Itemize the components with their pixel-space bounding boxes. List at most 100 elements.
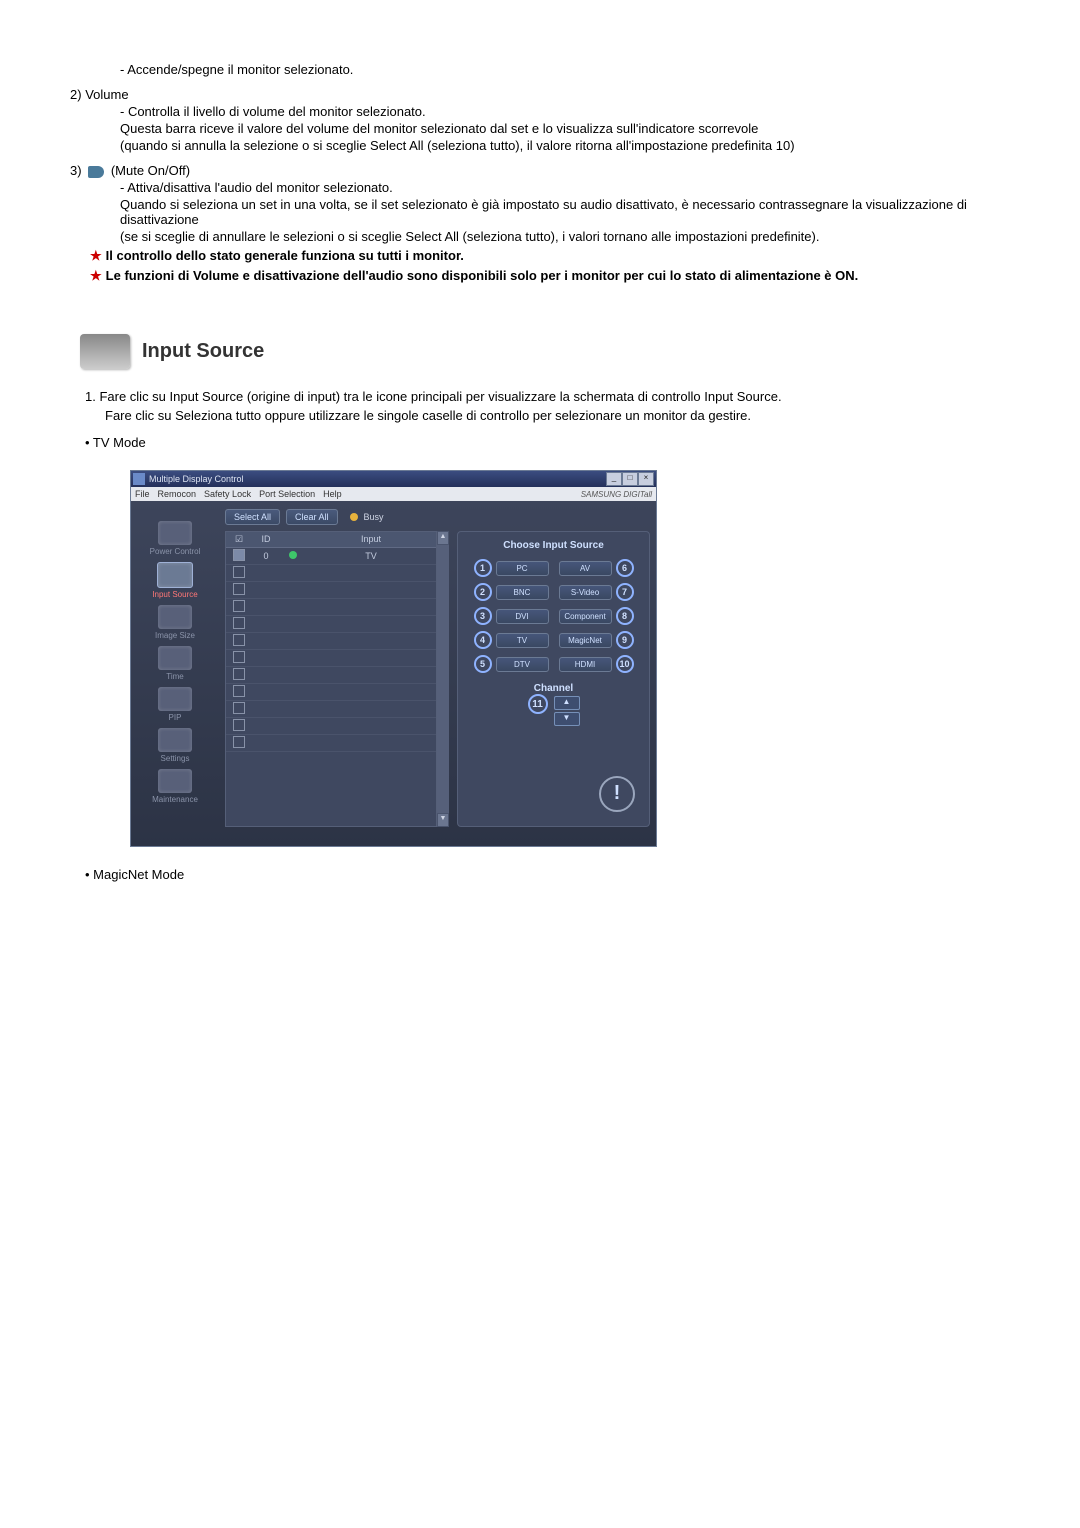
table-row[interactable] (226, 633, 436, 650)
channel-up-button[interactable]: ▲ (554, 696, 580, 710)
volume-desc3: (quando si annulla la selezione o si sce… (120, 138, 1010, 153)
maximize-button[interactable]: □ (622, 472, 638, 486)
row-checkbox[interactable] (233, 600, 245, 612)
star-icon: ★ (90, 268, 102, 283)
menu-remocon[interactable]: Remocon (158, 489, 197, 499)
row-checkbox[interactable] (233, 736, 245, 748)
mute-item: 3) (Mute On/Off) (70, 163, 1010, 178)
option-magicnet[interactable]: 9MagicNet (559, 631, 634, 649)
row-checkbox[interactable] (233, 685, 245, 697)
option-tv[interactable]: 4TV (474, 631, 549, 649)
menubar: File Remocon Safety Lock Port Selection … (131, 487, 656, 501)
option-dtv[interactable]: 5DTV (474, 655, 549, 673)
toolbar: Select All Clear All Busy (225, 509, 650, 525)
mdc-window: Multiple Display Control _ □ × File Remo… (130, 470, 657, 847)
badge-9: 9 (616, 631, 634, 649)
sidebar-item-settings[interactable]: Settings (158, 728, 192, 763)
sidebar-item-maintenance[interactable]: Maintenance (152, 769, 198, 804)
option-av[interactable]: 6AV (559, 559, 634, 577)
badge-11: 11 (528, 694, 548, 714)
channel-section: Channel 11 ▲ ▼ (528, 683, 580, 726)
menu-port-selection[interactable]: Port Selection (259, 489, 315, 499)
badge-1: 1 (474, 559, 492, 577)
busy-label: Busy (364, 512, 384, 522)
option-component[interactable]: 8Component (559, 607, 634, 625)
menu-file[interactable]: File (135, 489, 150, 499)
volume-label: Volume (85, 87, 128, 102)
close-button[interactable]: × (638, 472, 654, 486)
row-checkbox[interactable] (233, 617, 245, 629)
table-row[interactable] (226, 701, 436, 718)
scroll-down-icon[interactable]: ▼ (437, 813, 449, 827)
sidebar-item-input-source[interactable]: Input Source (152, 562, 197, 599)
table-row[interactable] (226, 565, 436, 582)
option-dvi[interactable]: 3DVI (474, 607, 549, 625)
option-svideo[interactable]: 7S-Video (559, 583, 634, 601)
row-checkbox[interactable] (233, 651, 245, 663)
badge-6: 6 (616, 559, 634, 577)
input-source-panel: Choose Input Source 1PC 6AV 2BNC 7S-Vide… (457, 531, 650, 827)
status-dot-icon (289, 551, 297, 559)
table-row[interactable] (226, 735, 436, 752)
scrollbar[interactable]: ▲ ▼ (437, 531, 449, 827)
sidebar-item-pip[interactable]: PIP (158, 687, 192, 722)
option-hdmi[interactable]: 10HDMI (559, 655, 634, 673)
sidebar: Power Control Input Source Image Size Ti… (131, 501, 219, 846)
menu-safety-lock[interactable]: Safety Lock (204, 489, 251, 499)
badge-4: 4 (474, 631, 492, 649)
sidebar-item-time[interactable]: Time (158, 646, 192, 681)
table-row[interactable]: 0 TV (226, 548, 436, 565)
col-id: ID (252, 532, 280, 547)
sidebar-item-power-control[interactable]: Power Control (150, 521, 201, 556)
volume-desc2: Questa barra riceve il valore del volume… (120, 121, 1010, 136)
clear-all-button[interactable]: Clear All (286, 509, 338, 525)
section-title: Input Source (142, 340, 264, 363)
channel-label: Channel (528, 683, 580, 694)
row-checkbox[interactable] (233, 702, 245, 714)
row-checkbox[interactable] (233, 634, 245, 646)
volume-item: 2) Volume (70, 87, 1010, 102)
row-checkbox[interactable] (233, 668, 245, 680)
option-pc[interactable]: 1PC (474, 559, 549, 577)
section-header: Input Source (80, 334, 1010, 369)
minimize-button[interactable]: _ (606, 472, 622, 486)
option-bnc[interactable]: 2BNC (474, 583, 549, 601)
badge-5: 5 (474, 655, 492, 673)
mute-desc3: (se si sceglie di annullare le selezioni… (120, 229, 1010, 244)
input-source-icon (80, 334, 130, 369)
badge-10: 10 (616, 655, 634, 673)
row-checkbox[interactable] (233, 583, 245, 595)
row-checkbox[interactable] (233, 566, 245, 578)
bullet-magicnet-mode: • MagicNet Mode (85, 867, 1010, 882)
window-title: Multiple Display Control (149, 474, 244, 484)
ordered-item-1b: Fare clic su Seleziona tutto oppure util… (105, 408, 1010, 423)
table-row[interactable] (226, 599, 436, 616)
scroll-up-icon[interactable]: ▲ (437, 531, 449, 545)
menu-help[interactable]: Help (323, 489, 342, 499)
table-row[interactable] (226, 582, 436, 599)
col-check[interactable]: ☑ (226, 532, 252, 547)
star-icon: ★ (90, 248, 102, 263)
col-input: Input (306, 532, 436, 547)
table-row[interactable] (226, 650, 436, 667)
badge-7: 7 (616, 583, 634, 601)
select-all-button[interactable]: Select All (225, 509, 280, 525)
mute-desc1: - Attiva/disattiva l'audio del monitor s… (120, 180, 1010, 195)
num-2: 2) (70, 87, 82, 102)
info-icon[interactable]: ! (599, 776, 635, 812)
table-row[interactable] (226, 684, 436, 701)
badge-8: 8 (616, 607, 634, 625)
brand-label: SAMSUNG DIGITall (581, 490, 652, 499)
table-row[interactable] (226, 616, 436, 633)
badge-2: 2 (474, 583, 492, 601)
sidebar-item-image-size[interactable]: Image Size (155, 605, 195, 640)
channel-down-button[interactable]: ▼ (554, 712, 580, 726)
table-row[interactable] (226, 718, 436, 735)
table-row[interactable] (226, 667, 436, 684)
mute-label: (Mute On/Off) (111, 163, 190, 178)
note-1: ★Il controllo dello stato generale funzi… (90, 248, 1010, 264)
row-checkbox[interactable] (233, 719, 245, 731)
table-row[interactable] (226, 752, 436, 753)
num-3: 3) (70, 163, 82, 178)
row-checkbox[interactable] (233, 549, 245, 561)
